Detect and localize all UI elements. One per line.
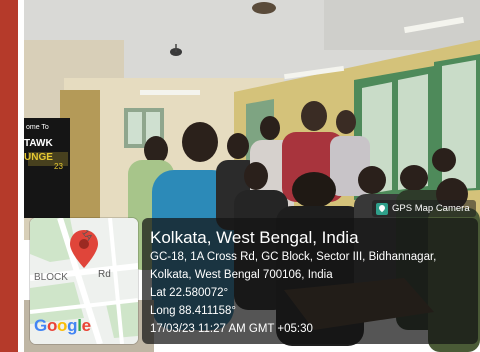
address-line-1: GC-18, 1A Cross Rd, GC Block, Sector III…	[150, 251, 437, 263]
poster-line1: ome To	[26, 124, 49, 131]
google-logo: Google	[34, 316, 91, 336]
poster: ome To TAWK UNGE 23	[24, 118, 70, 218]
google-letter: G	[34, 316, 47, 335]
poster-line2: TAWK	[24, 138, 53, 149]
map-pin-icon	[376, 202, 388, 215]
map-thumbnail: 1A BLOCK Rd Google	[30, 218, 138, 344]
latitude: Lat 22.580072°	[150, 287, 229, 299]
badge-text: GPS Map Camera	[392, 203, 470, 214]
google-letter: e	[81, 316, 91, 335]
map-label-road: Rd	[98, 269, 111, 280]
gps-camera-badge: GPS Map Camera	[372, 200, 476, 217]
left-photo-strip	[0, 0, 18, 352]
google-letter: o	[46, 316, 58, 335]
poster-year: 23	[54, 162, 63, 171]
poster-line3: UNGE	[24, 152, 53, 163]
map-label-block: BLOCK	[34, 272, 68, 283]
geotagged-photo: ome To TAWK UNGE 23 GPS Map Camera 1A BL…	[0, 0, 480, 352]
location-title: Kolkata, West Bengal, India	[150, 228, 359, 247]
longitude: Long 88.411158°	[150, 305, 237, 317]
google-letter: o	[57, 316, 68, 335]
address-line-2: Kolkata, West Bengal 700106, India	[150, 269, 333, 281]
google-letter: g	[67, 316, 78, 335]
timestamp: 17/03/23 11:27 AM GMT +05:30	[150, 323, 313, 335]
